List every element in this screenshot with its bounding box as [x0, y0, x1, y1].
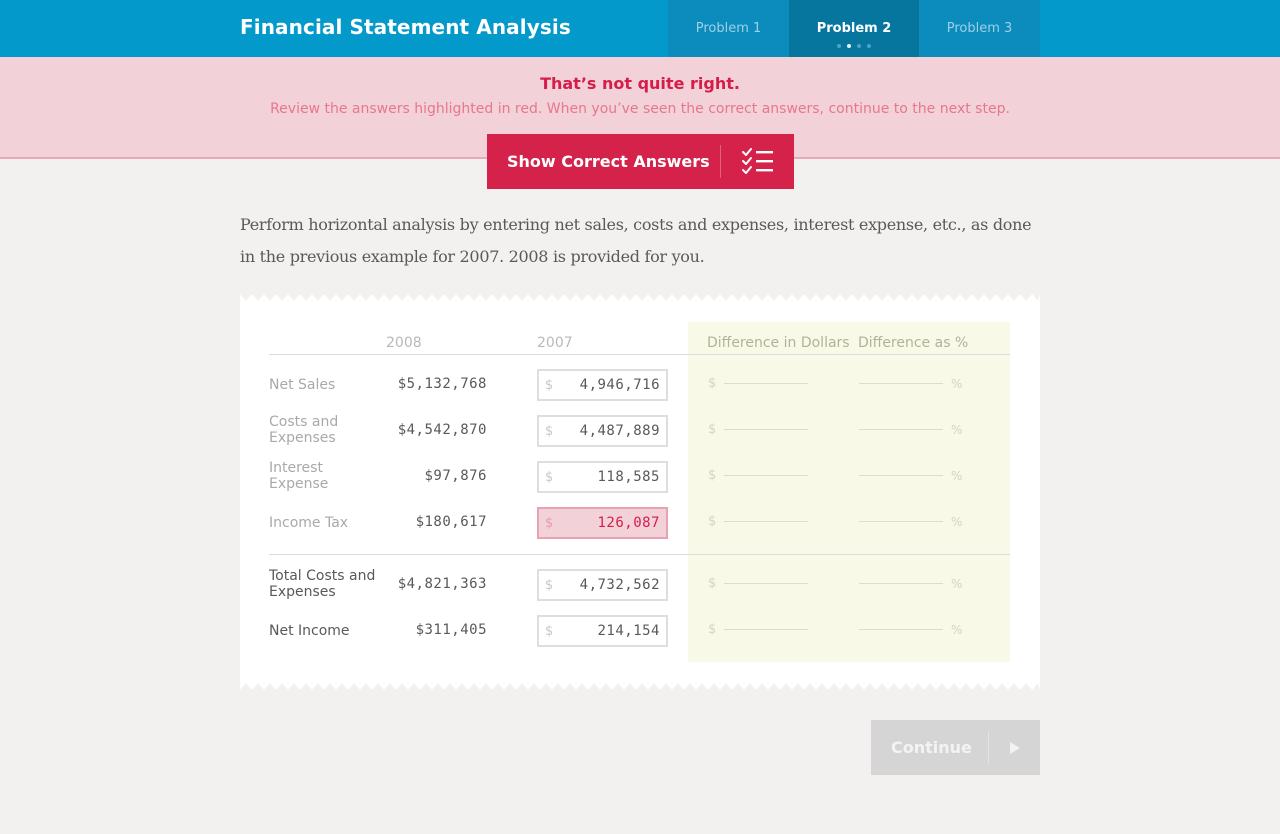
- step-dot: [837, 44, 841, 48]
- input-value: 126,087: [597, 515, 660, 531]
- diff-percent-blank-interest-expense[interactable]: [859, 475, 943, 476]
- step-dot: [857, 44, 861, 48]
- input-value: 214,154: [597, 623, 660, 639]
- currency-sign: $: [545, 423, 554, 439]
- tab-problem-1[interactable]: Problem 1: [668, 0, 789, 57]
- input-2007-total-costs[interactable]: $ 4,732,562: [537, 569, 668, 601]
- value-2008-costs-expenses: $4,542,870: [397, 422, 487, 438]
- step-dots: [789, 44, 919, 48]
- tab-problem-2[interactable]: Problem 2: [789, 0, 919, 57]
- input-2007-costs-expenses[interactable]: $ 4,487,889: [537, 415, 668, 447]
- value-2008-net-income: $311,405: [415, 622, 487, 638]
- column-header-2007: 2007: [537, 335, 573, 351]
- row-label-costs-expenses: Costs and Expenses: [269, 414, 339, 446]
- row-label-net-income: Net Income: [269, 623, 350, 639]
- input-value: 4,946,716: [579, 377, 660, 393]
- feedback-message: Review the answers highlighted in red. W…: [270, 101, 1010, 117]
- app-title: Financial Statement Analysis: [240, 15, 571, 39]
- diff-dollars-blank-net-income[interactable]: [724, 629, 808, 630]
- column-header-2008: 2008: [386, 335, 422, 351]
- play-arrow-icon: [989, 720, 1040, 775]
- tab-problem-3[interactable]: Problem 3: [919, 0, 1040, 57]
- diff-dollar-sign: $: [708, 376, 717, 391]
- input-value: 118,585: [597, 469, 660, 485]
- diff-percent-sign: %: [951, 423, 963, 437]
- header-divider: [269, 354, 1010, 355]
- currency-sign: $: [545, 577, 554, 593]
- value-2008-net-sales: $5,132,768: [397, 376, 487, 392]
- diff-percent-blank-total-costs[interactable]: [859, 583, 943, 584]
- row-label-net-sales: Net Sales: [269, 377, 336, 393]
- value-2008-interest-expense: $97,876: [424, 468, 487, 484]
- feedback-title: That’s not quite right.: [540, 74, 740, 93]
- checklist-icon: [721, 134, 794, 189]
- diff-percent-sign: %: [951, 577, 963, 591]
- show-correct-answers-label: Show Correct Answers: [507, 152, 710, 171]
- value-2008-total-costs: $4,821,363: [397, 576, 487, 592]
- diff-percent-blank-costs-expenses[interactable]: [859, 429, 943, 430]
- input-2007-income-tax-incorrect[interactable]: $ 126,087: [537, 507, 668, 539]
- input-value: 4,487,889: [579, 423, 660, 439]
- difference-column-highlight: [688, 322, 1010, 662]
- currency-sign: $: [545, 377, 554, 393]
- worksheet: 2008 2007 Difference in Dollars Differen…: [240, 294, 1040, 690]
- diff-dollars-blank-interest-expense[interactable]: [724, 475, 808, 476]
- step-dot: [867, 44, 871, 48]
- value-2008-income-tax: $180,617: [415, 514, 487, 530]
- diff-dollar-sign: $: [708, 514, 717, 529]
- totals-divider: [269, 554, 1010, 555]
- row-label-total-costs: Total Costs and Expenses: [269, 568, 376, 600]
- diff-percent-blank-income-tax[interactable]: [859, 521, 943, 522]
- row-label-income-tax: Income Tax: [269, 515, 349, 531]
- diff-dollars-blank-income-tax[interactable]: [724, 521, 808, 522]
- continue-button[interactable]: Continue: [871, 720, 1040, 775]
- diff-percent-sign: %: [951, 377, 963, 391]
- column-header-diff-dollars: Difference in Dollars: [707, 335, 850, 351]
- currency-sign: $: [545, 469, 554, 485]
- problem-tabs: Problem 1 Problem 2 Problem 3: [668, 0, 1040, 57]
- diff-dollar-sign: $: [708, 422, 717, 437]
- diff-dollar-sign: $: [708, 576, 717, 591]
- diff-dollars-blank-total-costs[interactable]: [724, 583, 808, 584]
- input-2007-net-sales[interactable]: $ 4,946,716: [537, 369, 668, 401]
- row-label-interest-expense: Interest Expense: [269, 460, 329, 492]
- continue-label: Continue: [891, 738, 972, 757]
- diff-percent-sign: %: [951, 623, 963, 637]
- diff-percent-blank-net-income[interactable]: [859, 629, 943, 630]
- diff-percent-blank-net-sales[interactable]: [859, 383, 943, 384]
- currency-sign: $: [545, 515, 554, 531]
- instructions-text: Perform horizontal analysis by entering …: [240, 215, 1032, 266]
- diff-dollars-blank-net-sales[interactable]: [724, 383, 808, 384]
- diff-dollars-blank-costs-expenses[interactable]: [724, 429, 808, 430]
- tab-problem-2-label: Problem 2: [816, 20, 892, 36]
- show-correct-answers-button[interactable]: Show Correct Answers: [487, 134, 794, 189]
- input-value: 4,732,562: [579, 577, 660, 593]
- diff-percent-sign: %: [951, 469, 963, 483]
- currency-sign: $: [545, 623, 554, 639]
- input-2007-net-income[interactable]: $ 214,154: [537, 615, 668, 647]
- input-2007-interest-expense[interactable]: $ 118,585: [537, 461, 668, 493]
- zigzag-edge-top: [240, 294, 1040, 301]
- diff-percent-sign: %: [951, 515, 963, 529]
- zigzag-edge-bottom: [240, 683, 1040, 690]
- diff-dollar-sign: $: [708, 468, 717, 483]
- step-dot-current: [847, 44, 851, 48]
- column-header-diff-percent: Difference as %: [858, 335, 969, 351]
- diff-dollar-sign: $: [708, 622, 717, 637]
- app-header: Financial Statement Analysis Problem 1 P…: [0, 0, 1280, 57]
